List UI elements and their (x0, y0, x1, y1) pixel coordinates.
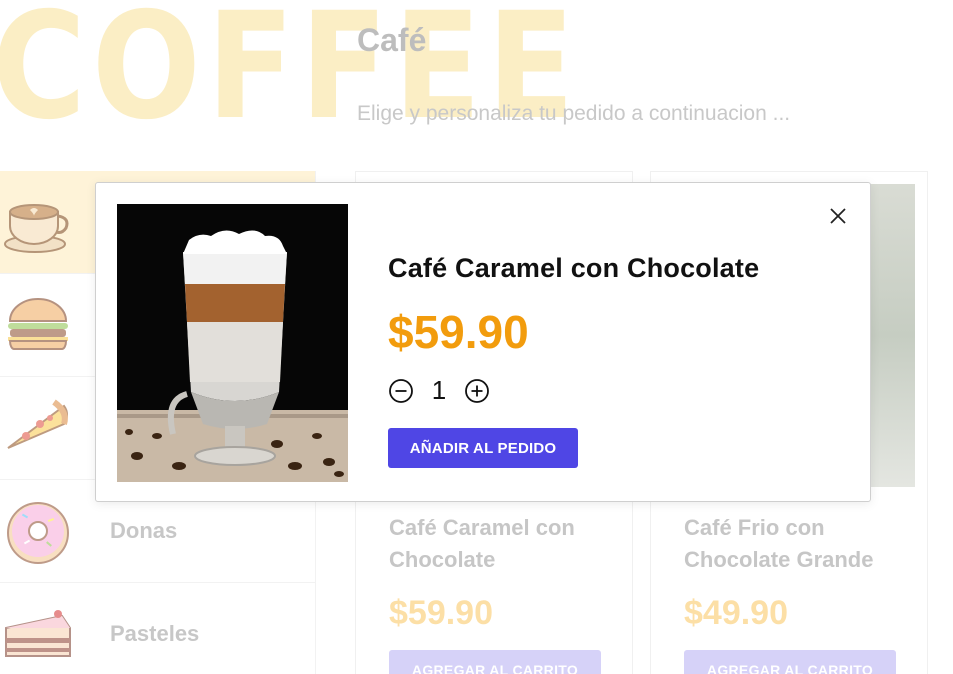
donut-icon (7, 502, 69, 564)
modal-product-title: Café Caramel con Chocolate (388, 253, 760, 283)
product-price: $59.90 (389, 594, 493, 632)
sidebar-item-label: Donas (110, 518, 178, 543)
product-name: Café Frio con Chocolate Grande (684, 515, 874, 572)
close-icon[interactable] (827, 205, 849, 227)
add-to-cart-button[interactable]: AGREGAR AL CARRITO (684, 650, 896, 674)
add-to-cart-button[interactable]: AGREGAR AL CARRITO (389, 650, 601, 674)
pizza-icon (7, 399, 68, 449)
app-root: COFFEE Café Elige y personaliza tu pedid… (0, 0, 953, 674)
add-to-order-button[interactable]: AÑADIR AL PEDIDO (388, 428, 578, 468)
product-image (117, 204, 348, 482)
quantity-stepper: 1 (388, 375, 490, 406)
quantity-value: 1 (431, 375, 447, 405)
page-title: Café (357, 22, 427, 58)
product-name: Café Caramel con Chocolate (389, 515, 575, 572)
page-subtitle: Elige y personaliza tu pedido a continua… (357, 102, 791, 125)
sidebar-item-label: Pasteles (110, 621, 200, 646)
coffee-cup-icon (4, 204, 69, 253)
product-modal: Café Caramel con Chocolate $59.90 1 AÑAD… (95, 182, 871, 502)
cake-icon (5, 610, 71, 657)
burger-icon (8, 298, 68, 350)
sidebar-item-pasteles[interactable]: Pasteles (0, 583, 316, 674)
product-price: $49.90 (684, 594, 788, 632)
minus-circle-icon[interactable] (388, 378, 414, 404)
plus-circle-icon[interactable] (464, 378, 490, 404)
modal-product-price: $59.90 (388, 306, 529, 358)
